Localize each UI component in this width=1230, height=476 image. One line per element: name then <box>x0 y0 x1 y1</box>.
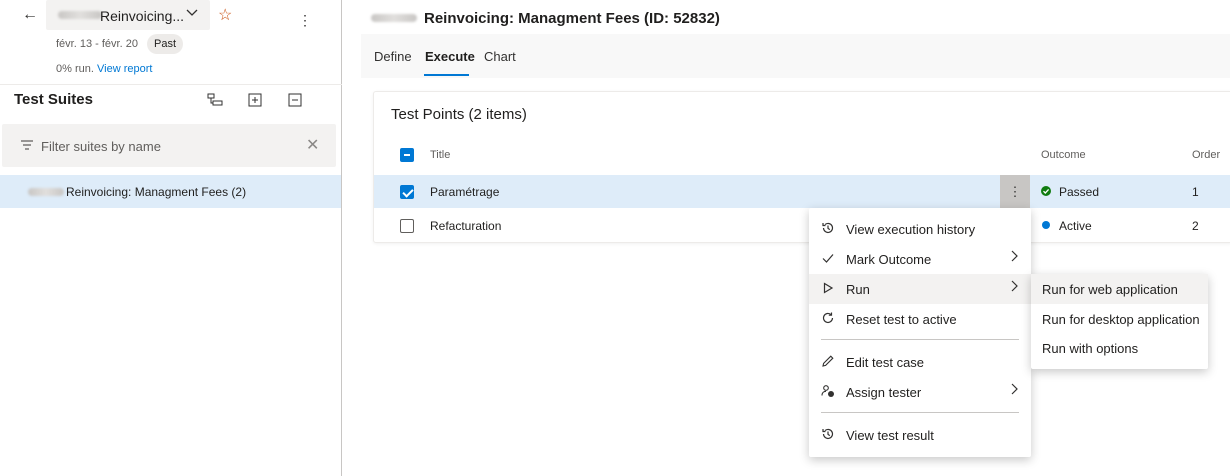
column-header-title[interactable]: Title <box>430 149 450 161</box>
redacted-text <box>371 14 417 22</box>
menu-item-assign-tester[interactable]: Assign tester <box>809 377 1031 407</box>
menu-divider <box>821 412 1019 413</box>
expand-all-icon[interactable] <box>247 92 263 108</box>
test-point-title: Refacturation <box>430 219 502 233</box>
status-badge: Past <box>147 34 184 54</box>
menu-item-mark-outcome[interactable]: Mark Outcome <box>809 244 1031 274</box>
collapse-all-icon[interactable] <box>287 92 303 108</box>
filter-placeholder: Filter suites by name <box>41 139 161 154</box>
menu-item-label: Reset test to active <box>846 312 957 327</box>
menu-item-label: View test result <box>846 428 934 443</box>
tab-chart[interactable]: Chart <box>484 49 516 64</box>
menu-item-edit-test-case[interactable]: Edit test case <box>809 347 1031 377</box>
suite-tree-item[interactable]: Reinvoicing: Managment Fees (2) <box>0 175 341 208</box>
refresh-icon <box>821 311 835 325</box>
page-header: Reinvoicing: Managment Fees (ID: 52832) <box>343 0 1230 34</box>
divider <box>0 84 342 85</box>
checkmark-icon <box>821 251 835 265</box>
menu-item-label: Run for desktop application <box>1042 312 1200 327</box>
test-points-card: Test Points (2 items) Title Outcome Orde… <box>373 91 1230 243</box>
outcome-value: Active <box>1059 219 1092 233</box>
tab-define[interactable]: Define <box>374 49 412 64</box>
menu-item-run[interactable]: Run <box>809 274 1031 304</box>
test-plan-picker[interactable]: Reinvoicing... <box>46 0 210 30</box>
menu-item-label: View execution history <box>846 222 976 237</box>
test-points-title: Test Points (2 items) <box>391 106 527 123</box>
menu-item-view-test-result[interactable]: View test result <box>809 420 1031 450</box>
tab-execute[interactable]: Execute <box>425 49 475 64</box>
active-status-icon <box>1042 221 1050 229</box>
column-header-outcome[interactable]: Outcome <box>1041 149 1086 161</box>
active-tab-indicator <box>424 74 469 76</box>
filter-suites-input[interactable]: Filter suites by name ✕ <box>2 124 336 167</box>
chevron-down-icon <box>186 6 198 21</box>
plan-name: Reinvoicing... <box>100 8 185 24</box>
play-icon <box>821 281 835 295</box>
test-points-pane: Reinvoicing: Managment Fees (ID: 52832) … <box>343 0 1230 476</box>
row-checkbox[interactable] <box>400 185 414 199</box>
history-icon <box>821 221 835 235</box>
menu-item-view-execution-history[interactable]: View execution history <box>809 214 1031 244</box>
redacted-text <box>58 11 102 19</box>
passed-status-icon <box>1041 186 1051 196</box>
menu-item-label: Run for web application <box>1042 282 1178 297</box>
chevron-right-icon <box>1009 383 1019 398</box>
row-more-options-icon[interactable]: ⋮ <box>1000 175 1030 208</box>
chevron-right-icon <box>1009 250 1019 265</box>
suite-label: Reinvoicing: Managment Fees (2) <box>66 185 247 199</box>
menu-item-label: Run <box>846 282 870 297</box>
outcome-value: Passed <box>1059 185 1100 199</box>
edit-icon <box>821 354 835 368</box>
run-percentage: 0% run. <box>56 63 94 75</box>
back-arrow-icon[interactable]: ← <box>18 4 42 26</box>
table-row[interactable]: Refacturation Active 2 <box>374 209 1230 242</box>
column-header-order[interactable]: Order <box>1192 149 1220 161</box>
suite-hierarchy-icon[interactable] <box>207 92 223 108</box>
close-icon[interactable]: ✕ <box>306 135 319 155</box>
filter-icon <box>20 138 34 155</box>
test-suites-heading: Test Suites <box>14 91 93 108</box>
page-title: Reinvoicing: Managment Fees (ID: 52832) <box>424 10 720 27</box>
favorite-star-icon[interactable]: ☆ <box>218 5 232 25</box>
menu-item-run-options[interactable]: Run with options <box>1031 333 1208 363</box>
more-options-icon[interactable]: ⋮ <box>298 12 312 29</box>
menu-item-label: Run with options <box>1042 341 1139 356</box>
menu-item-reset-test[interactable]: Reset test to active <box>809 304 1031 334</box>
menu-item-label: Assign tester <box>846 385 922 400</box>
redacted-text <box>28 188 64 196</box>
tab-bar: Define Execute Chart <box>361 34 1230 78</box>
assign-user-icon <box>821 384 835 398</box>
menu-divider <box>821 339 1019 340</box>
menu-item-run-web[interactable]: Run for web application <box>1031 274 1208 304</box>
menu-item-run-desktop[interactable]: Run for desktop application <box>1031 304 1208 334</box>
context-menu: View execution history Mark Outcome Run … <box>809 208 1031 457</box>
test-plan-pane: ← Reinvoicing... ☆ ⋮ févr. 13 - févr. 20… <box>0 0 342 476</box>
chevron-right-icon <box>1009 280 1019 295</box>
select-all-checkbox[interactable] <box>400 148 414 162</box>
menu-item-label: Edit test case <box>846 355 925 370</box>
test-point-title: Paramétrage <box>430 185 500 199</box>
row-checkbox[interactable] <box>400 219 414 233</box>
history-icon <box>821 427 835 441</box>
order-value: 2 <box>1192 219 1199 233</box>
order-value: 1 <box>1192 185 1199 199</box>
run-submenu: Run for web application Run for desktop … <box>1031 274 1208 369</box>
table-row[interactable]: Paramétrage ⋮ Passed 1 <box>374 175 1230 208</box>
view-report-link[interactable]: View report <box>97 63 152 75</box>
plan-dates: févr. 13 - févr. 20 <box>56 38 138 50</box>
menu-item-label: Mark Outcome <box>846 252 932 267</box>
